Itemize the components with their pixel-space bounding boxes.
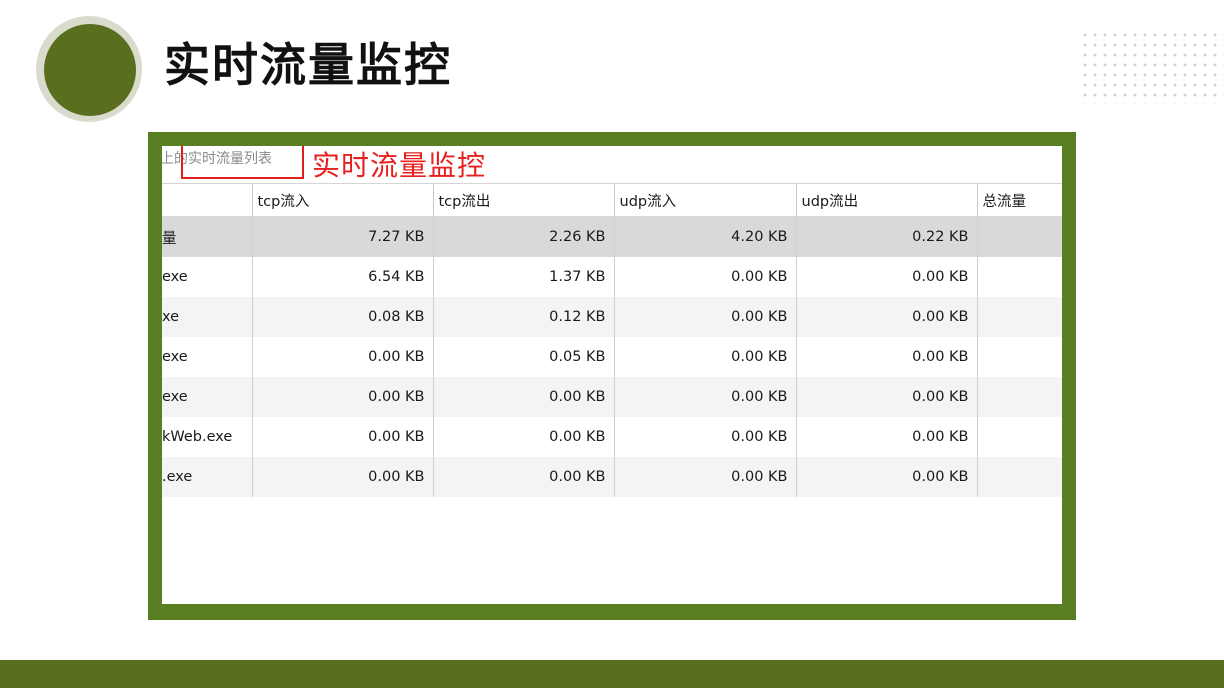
udp-in-value: 0.00 KB	[614, 297, 797, 337]
total-value	[977, 377, 1062, 417]
tcp-in-value: 0.00 KB	[252, 417, 434, 457]
process-name: .exe	[162, 457, 253, 497]
udp-out-value: 0.00 KB	[796, 337, 978, 377]
table-row[interactable]: .exe 0.00 KB 0.00 KB 0.00 KB 0.00 KB	[162, 457, 1062, 497]
table-row[interactable]: exe 0.00 KB 0.00 KB 0.00 KB 0.00 KB	[162, 377, 1062, 417]
tcp-in-value: 0.08 KB	[252, 297, 434, 337]
tcp-in-value: 6.54 KB	[252, 257, 434, 297]
total-value	[977, 297, 1062, 337]
column-header-udp-out[interactable]: udp流出	[796, 183, 978, 217]
column-header-tcp-in[interactable]: tcp流入	[252, 183, 434, 217]
annotation-label: 实时流量监控	[312, 149, 487, 182]
udp-in-value: 4.20 KB	[614, 216, 797, 257]
table-row[interactable]: exe 6.54 KB 1.37 KB 0.00 KB 0.00 KB	[162, 257, 1062, 297]
footer-band	[0, 660, 1224, 688]
caption-row: 上的实时流量列表 实时流量监控	[162, 146, 1062, 183]
column-header-total[interactable]: 总流量	[977, 183, 1062, 217]
tcp-in-value: 0.00 KB	[252, 377, 434, 417]
table-header: tcp流入 tcp流出 udp流入 udp流出 总流量	[162, 183, 1062, 217]
total-value	[977, 457, 1062, 497]
udp-out-value: 0.00 KB	[796, 417, 978, 457]
table-row[interactable]: kWeb.exe 0.00 KB 0.00 KB 0.00 KB 0.00 KB	[162, 417, 1062, 457]
total-value	[977, 257, 1062, 297]
udp-out-value: 0.00 KB	[796, 297, 978, 337]
udp-out-value: 0.00 KB	[796, 377, 978, 417]
udp-in-value: 0.00 KB	[614, 337, 797, 377]
tcp-out-value: 0.00 KB	[433, 417, 615, 457]
tcp-out-value: 0.12 KB	[433, 297, 615, 337]
tcp-out-value: 0.05 KB	[433, 337, 615, 377]
tcp-out-value: 1.37 KB	[433, 257, 615, 297]
process-name: 量	[162, 216, 253, 257]
total-value	[977, 417, 1062, 457]
total-value	[977, 216, 1062, 257]
tcp-in-value: 0.00 KB	[252, 457, 434, 497]
dot-pattern	[1080, 30, 1224, 104]
screenshot-window: 上的实时流量列表 实时流量监控 tcp流入 tcp流出 udp流入 udp流出	[162, 146, 1062, 604]
table-row[interactable]: xe 0.08 KB 0.12 KB 0.00 KB 0.00 KB	[162, 297, 1062, 337]
process-name: kWeb.exe	[162, 417, 253, 457]
udp-out-value: 0.00 KB	[796, 257, 978, 297]
column-header-name[interactable]	[162, 183, 253, 217]
tcp-out-value: 0.00 KB	[433, 457, 615, 497]
udp-in-value: 0.00 KB	[614, 457, 797, 497]
process-name: exe	[162, 257, 253, 297]
highlight-box	[181, 146, 304, 179]
tcp-out-value: 0.00 KB	[433, 377, 615, 417]
udp-in-value: 0.00 KB	[614, 377, 797, 417]
traffic-table: tcp流入 tcp流出 udp流入 udp流出 总流量 量 7.27 KB 2.…	[162, 183, 1062, 497]
process-name: exe	[162, 337, 253, 377]
total-value	[977, 337, 1062, 377]
screenshot-frame: 上的实时流量列表 实时流量监控 tcp流入 tcp流出 udp流入 udp流出	[148, 132, 1076, 620]
process-name: exe	[162, 377, 253, 417]
udp-in-value: 0.00 KB	[614, 257, 797, 297]
tcp-out-value: 2.26 KB	[433, 216, 615, 257]
udp-out-value: 0.22 KB	[796, 216, 978, 257]
table-row[interactable]: 量 7.27 KB 2.26 KB 4.20 KB 0.22 KB	[162, 216, 1062, 257]
udp-out-value: 0.00 KB	[796, 457, 978, 497]
tcp-in-value: 0.00 KB	[252, 337, 434, 377]
table-row[interactable]: exe 0.00 KB 0.05 KB 0.00 KB 0.00 KB	[162, 337, 1062, 377]
udp-in-value: 0.00 KB	[614, 417, 797, 457]
tcp-in-value: 7.27 KB	[252, 216, 434, 257]
page-title: 实时流量监控	[164, 38, 452, 92]
title-circle	[44, 24, 136, 116]
process-name: xe	[162, 297, 253, 337]
column-header-tcp-out[interactable]: tcp流出	[433, 183, 615, 217]
column-header-udp-in[interactable]: udp流入	[614, 183, 797, 217]
